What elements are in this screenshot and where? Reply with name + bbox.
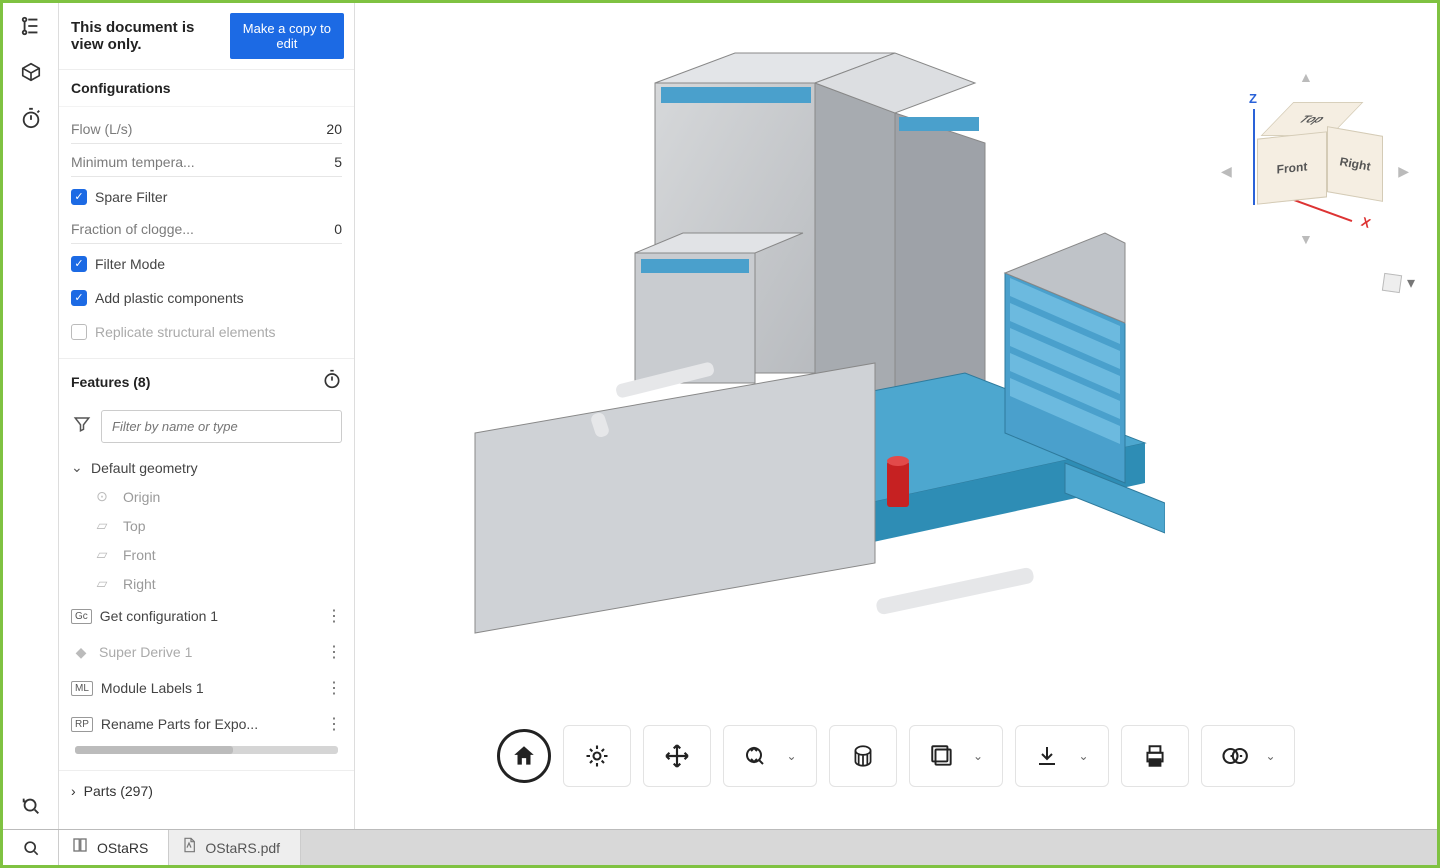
view-toolbar: ⌄ ⌄ ⌄ ⌄ <box>485 713 1307 799</box>
search-history-icon[interactable] <box>14 789 48 823</box>
cube-arrow-up-icon[interactable]: ▲ <box>1299 69 1313 85</box>
left-rail <box>3 3 59 829</box>
tab-search-icon[interactable] <box>3 830 59 865</box>
make-copy-button[interactable]: Make a copy to edit <box>230 13 344 59</box>
measure-dropdown[interactable]: ⌄ <box>1201 725 1295 787</box>
cube-arrow-left-icon[interactable]: ◀ <box>1221 163 1232 180</box>
funnel-icon[interactable] <box>71 415 93 438</box>
chevron-down-icon: ⌄ <box>1265 749 1275 763</box>
orbit-button[interactable] <box>563 725 631 787</box>
drag-handle-icon[interactable]: ⋮ <box>326 606 342 626</box>
export-dropdown[interactable]: ⌄ <box>1015 725 1109 787</box>
part-studio-icon <box>71 836 89 859</box>
cube-face-right[interactable]: Right <box>1327 126 1383 202</box>
axis-z <box>1253 109 1255 205</box>
model-canvas[interactable]: ▲ ◀ ▶ ▼ Top Front Right ▾ <box>355 3 1437 829</box>
plane-icon: ▱ <box>93 517 111 534</box>
model-rendering <box>445 43 1165 683</box>
features-header: Features (8) <box>59 358 354 404</box>
feature-filter-input[interactable] <box>101 410 342 443</box>
section-view-button[interactable] <box>829 725 897 787</box>
cube-arrow-right-icon[interactable]: ▶ <box>1398 163 1409 180</box>
cube-mini-icon <box>1382 273 1402 293</box>
feature-rename-parts[interactable]: RP Rename Parts for Expo... ⋮ <box>65 706 348 742</box>
param-min-temp[interactable]: Minimum tempera... 5 <box>71 144 342 177</box>
print-button[interactable] <box>1121 725 1189 787</box>
tree-origin[interactable]: ⊙ Origin <box>65 482 348 511</box>
tree-plane-front[interactable]: ▱ Front <box>65 540 348 569</box>
tab-ostars[interactable]: OStaRS <box>59 830 169 865</box>
checkbox-spare-filter[interactable]: Spare Filter <box>71 177 342 211</box>
param-flow[interactable]: Flow (L/s) 20 <box>71 111 342 144</box>
chevron-right-icon: › <box>71 783 76 799</box>
checkbox-replicate[interactable]: Replicate structural elements <box>71 312 342 346</box>
cube-icon[interactable] <box>14 55 48 89</box>
tab-bar: OStaRS OStaRS.pdf <box>3 829 1437 865</box>
checkbox-add-plastic[interactable]: Add plastic components <box>71 278 342 312</box>
chevron-down-icon: ⌄ <box>786 749 796 763</box>
chevron-down-icon: ⌄ <box>71 459 85 476</box>
chevron-down-icon: ⌄ <box>1078 749 1088 763</box>
tree-default-geometry[interactable]: ⌄ Default geometry <box>65 453 348 482</box>
origin-icon: ⊙ <box>93 488 111 505</box>
feature-tree-icon[interactable] <box>14 9 48 43</box>
checkbox-icon <box>71 290 87 306</box>
checkbox-icon <box>71 256 87 272</box>
drag-handle-icon[interactable]: ⋮ <box>326 678 342 698</box>
zoom-dropdown[interactable]: ⌄ <box>723 725 817 787</box>
feature-get-configuration[interactable]: Gc Get configuration 1 ⋮ <box>65 598 348 634</box>
display-mode-dropdown[interactable]: ⌄ <box>909 725 1003 787</box>
view-cube[interactable]: ▲ ◀ ▶ ▼ Top Front Right ▾ <box>1227 63 1407 243</box>
parts-section[interactable]: › Parts (297) <box>59 770 354 811</box>
checkbox-filter-mode[interactable]: Filter Mode <box>71 244 342 278</box>
chevron-down-icon: ⌄ <box>973 749 983 763</box>
configurations-title: Configurations <box>59 70 354 107</box>
diamond-icon: ◆ <box>71 643 91 662</box>
view-mode-dropdown[interactable]: ▾ <box>1383 273 1415 293</box>
checkbox-icon <box>71 189 87 205</box>
home-view-button[interactable] <box>497 729 551 783</box>
banner-text: This document is view only. <box>71 19 230 53</box>
pdf-icon <box>181 836 197 859</box>
drag-handle-icon[interactable]: ⋮ <box>326 642 342 662</box>
drag-handle-icon[interactable]: ⋮ <box>326 714 342 734</box>
cube-arrow-down-icon[interactable]: ▼ <box>1299 231 1313 247</box>
sidebar: This document is view only. Make a copy … <box>59 3 355 829</box>
pan-button[interactable] <box>643 725 711 787</box>
plane-icon: ▱ <box>93 575 111 592</box>
view-only-banner: This document is view only. Make a copy … <box>59 3 354 70</box>
feature-super-derive[interactable]: ◆ Super Derive 1 ⋮ <box>65 634 348 670</box>
checkbox-icon <box>71 324 87 340</box>
param-fraction[interactable]: Fraction of clogge... 0 <box>71 211 342 244</box>
feature-module-labels[interactable]: ML Module Labels 1 ⋮ <box>65 670 348 706</box>
plane-icon: ▱ <box>93 546 111 563</box>
tree-plane-right[interactable]: ▱ Right <box>65 569 348 598</box>
tree-plane-top[interactable]: ▱ Top <box>65 511 348 540</box>
stopwatch-icon[interactable] <box>322 369 342 394</box>
feature-scrollbar[interactable] <box>75 746 338 754</box>
chevron-down-icon: ▾ <box>1407 273 1415 293</box>
stopwatch-icon[interactable] <box>14 101 48 135</box>
tab-ostars-pdf[interactable]: OStaRS.pdf <box>169 830 301 865</box>
cube-face-front[interactable]: Front <box>1257 131 1327 204</box>
